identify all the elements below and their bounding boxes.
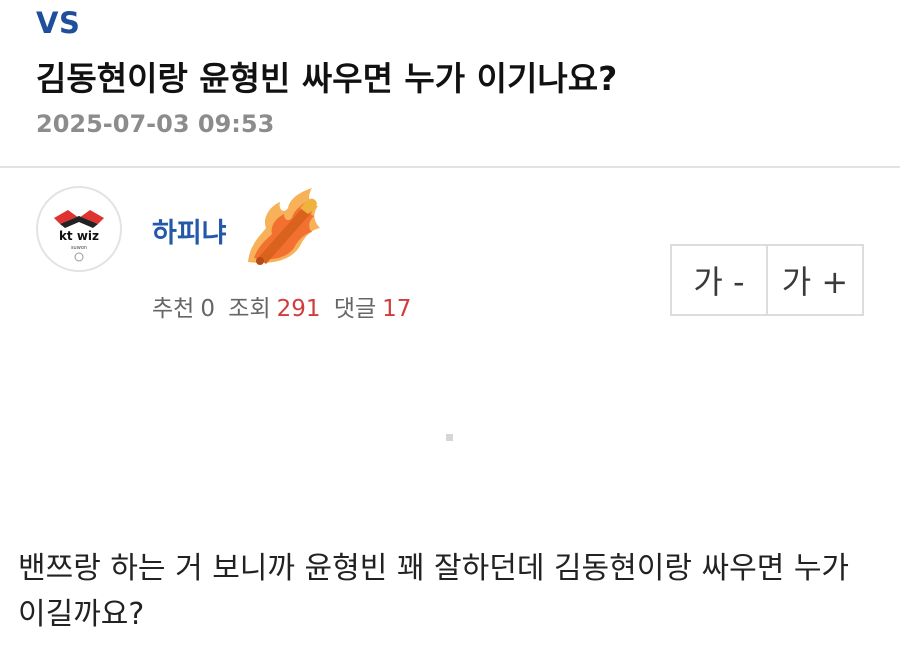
board-category[interactable]: VS xyxy=(36,6,80,40)
kt-wiz-logo-icon: kt wiz suwon xyxy=(39,189,119,269)
post-stats: 추천 0 조회 291 댓글 17 xyxy=(152,289,417,323)
comments-label: 댓글 xyxy=(333,296,377,322)
recommend-count: 0 xyxy=(200,296,215,322)
avatar-logo-subtext: suwon xyxy=(71,245,87,251)
post-datetime: 2025-07-03 09:53 xyxy=(36,110,275,138)
flaming-baseball-bat-icon xyxy=(248,188,320,265)
header-divider xyxy=(0,166,900,168)
font-size-controls: 가 - 가 + xyxy=(670,244,864,316)
recommend-label: 추천 xyxy=(152,296,195,322)
image-placeholder xyxy=(446,434,453,441)
avatar[interactable]: kt wiz suwon xyxy=(36,186,122,272)
comments-count[interactable]: 17 xyxy=(382,296,411,322)
font-decrease-button[interactable]: 가 - xyxy=(672,246,766,314)
avatar-logo-text: kt wiz xyxy=(59,229,99,243)
author-name[interactable]: 하피냐 xyxy=(152,211,227,250)
post-body: 밴쯔랑 하는 거 보니까 윤형빈 꽤 잘하던데 김동현이랑 싸우면 누가 이길까… xyxy=(18,551,850,632)
post-title: 김동현이랑 윤형빈 싸우면 누가 이기나요? xyxy=(36,59,618,98)
views-label: 조회 xyxy=(228,296,271,322)
views-count: 291 xyxy=(276,296,321,322)
font-increase-button[interactable]: 가 + xyxy=(766,246,862,314)
